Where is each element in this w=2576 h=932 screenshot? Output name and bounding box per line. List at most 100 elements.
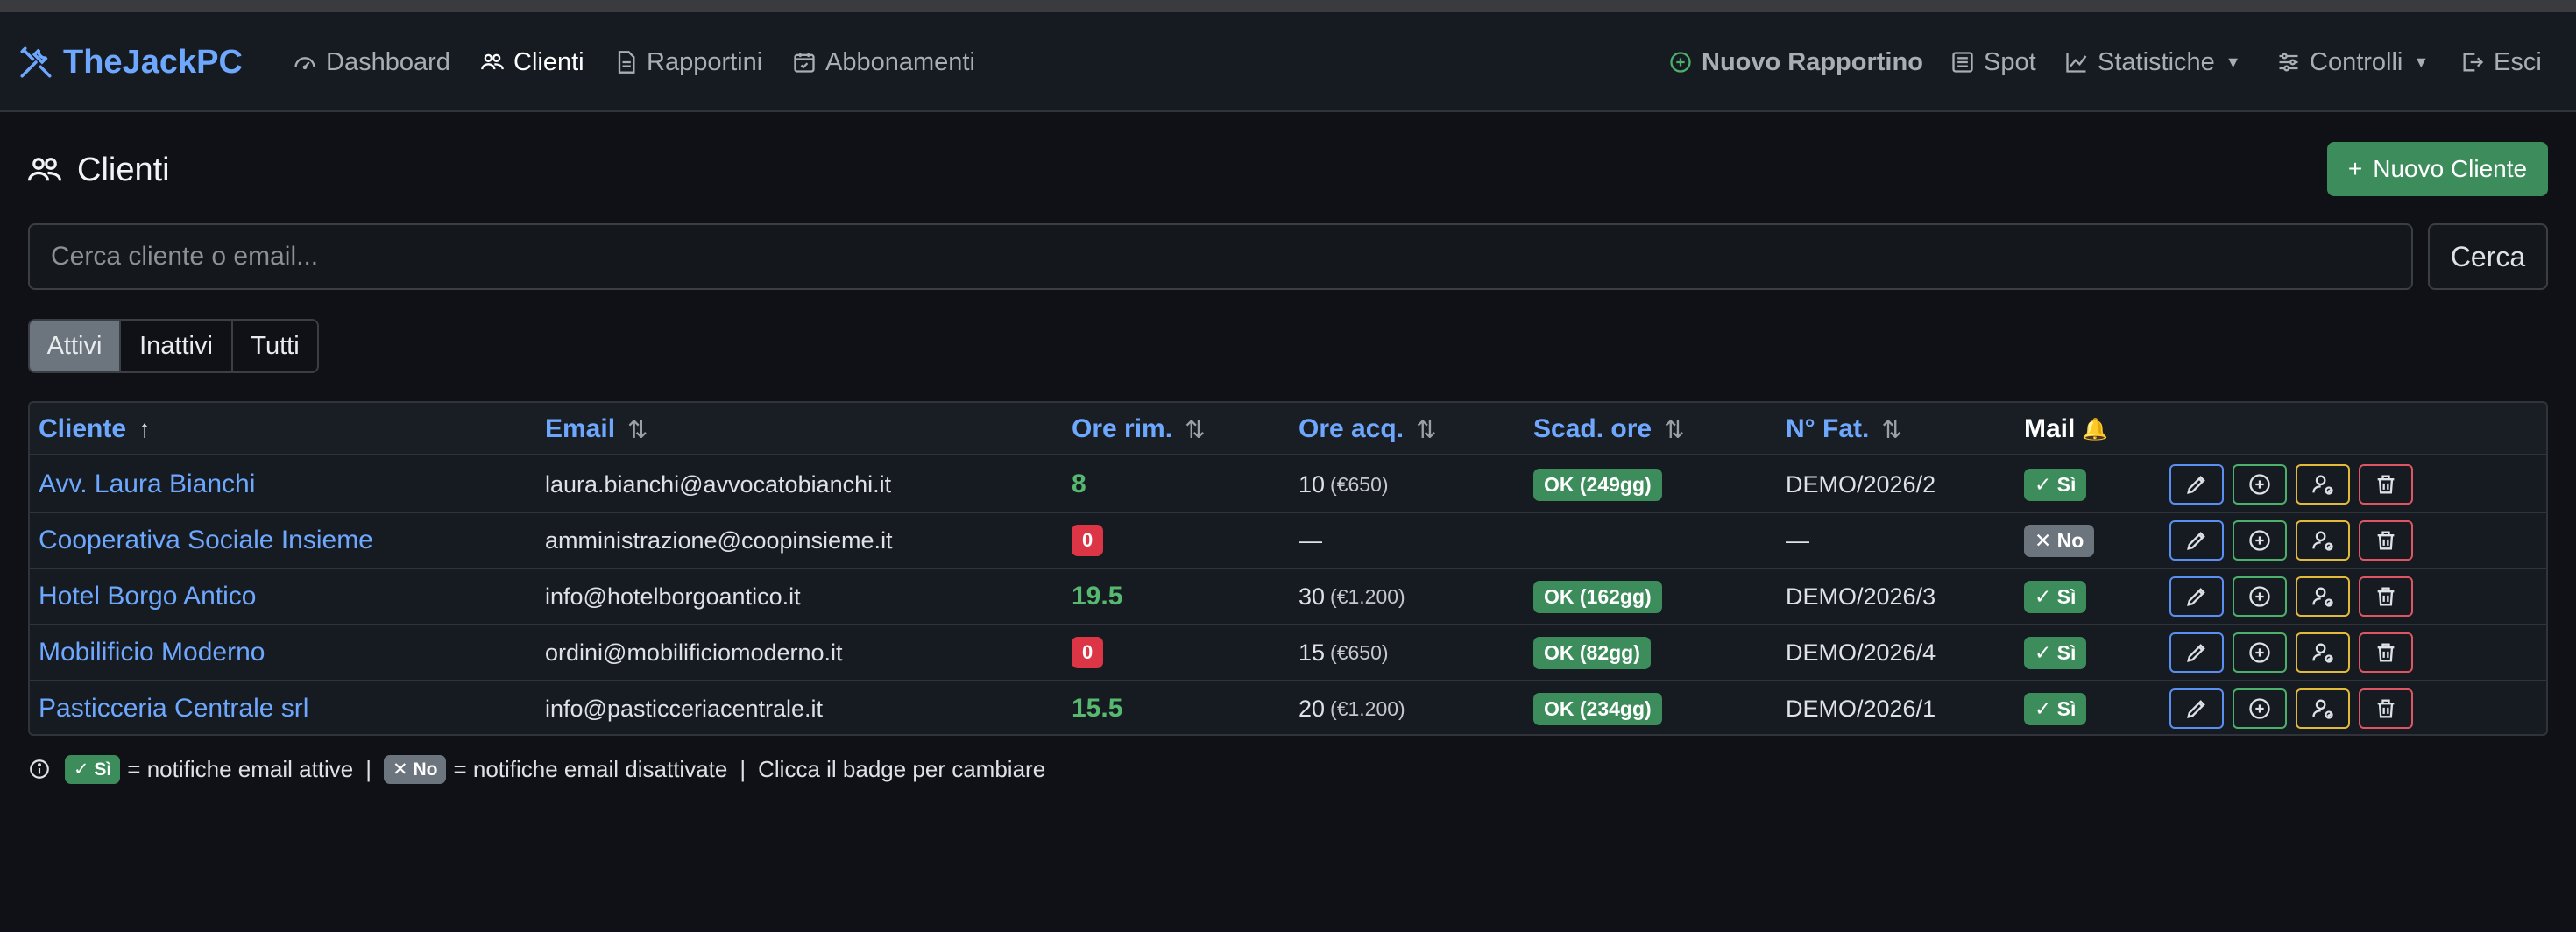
nav-clienti-label: Clienti: [513, 47, 584, 76]
toggle-active-button[interactable]: [2296, 688, 2350, 729]
ore-acquistate-price: (€1.200): [1330, 696, 1405, 720]
add-hours-button[interactable]: [2233, 464, 2287, 505]
mail-toggle-badge[interactable]: ✓ Sì: [2024, 580, 2087, 613]
delete-button[interactable]: [2359, 688, 2413, 729]
add-hours-button[interactable]: [2233, 520, 2287, 561]
pencil-icon: [2187, 476, 2205, 494]
delete-button[interactable]: [2359, 464, 2413, 505]
ore-acquistate-value: 10: [1299, 470, 1326, 498]
speedometer-icon: [294, 57, 315, 70]
fattura-number: DEMO/2026/4: [1786, 639, 1936, 666]
table-row: Mobilificio Moderno ordini@mobilificiomod…: [30, 625, 2546, 681]
document-icon: [618, 51, 635, 74]
add-hours-button[interactable]: [2233, 632, 2287, 673]
client-name-link[interactable]: Hotel Borgo Antico: [39, 569, 256, 624]
scadenza-badge: OK (234gg): [1533, 692, 1662, 725]
page-title: Clienti: [26, 147, 170, 193]
nav-rapportini[interactable]: Rapportini: [613, 12, 762, 112]
fattura-number: DEMO/2026/2: [1786, 470, 1936, 498]
delete-button[interactable]: [2359, 632, 2413, 673]
plus-circle-icon: [2249, 642, 2270, 663]
toggle-active-button[interactable]: [2296, 576, 2350, 617]
plus-circle-icon: [2249, 530, 2270, 551]
ore-rimanenti-cell: 8: [1072, 457, 1086, 512]
ore-acquistate-cell: 10 (€650): [1299, 457, 1389, 512]
search-input[interactable]: [28, 223, 2413, 290]
ore-acquistate-cell: —: [1299, 513, 1322, 568]
mail-toggle-badge[interactable]: ✓ Sì: [2024, 692, 2087, 725]
trash-icon: [2377, 475, 2395, 494]
client-name-link[interactable]: Pasticceria Centrale srl: [39, 681, 308, 734]
header-cliente[interactable]: Cliente ↑: [39, 403, 151, 455]
delete-button[interactable]: [2359, 576, 2413, 617]
fattura-number: —: [1786, 526, 1809, 554]
mail-toggle-badge[interactable]: ✓ Sì: [2024, 468, 2087, 501]
ore-rimanenti-badge: 0: [1072, 525, 1104, 556]
edit-button[interactable]: [2169, 464, 2224, 505]
scadenza-cell: OK (249gg): [1533, 457, 1662, 512]
mail-toggle-badge[interactable]: ✓ Sì: [2024, 636, 2087, 669]
user-toggle-icon: [2312, 699, 2333, 719]
nav-rapportini-label: Rapportini: [647, 47, 763, 76]
header-ore-acq[interactable]: Ore acq. ⇅: [1299, 403, 1437, 455]
edit-button[interactable]: [2169, 632, 2224, 673]
nav-statistiche[interactable]: Statistiche ▼: [2064, 12, 2241, 112]
edit-button[interactable]: [2169, 520, 2224, 561]
nav-controlli[interactable]: Controlli ▼: [2276, 12, 2429, 112]
add-hours-button[interactable]: [2233, 688, 2287, 729]
sort-icon: ⇅: [1664, 415, 1685, 443]
header-scad-ore[interactable]: Scad. ore ⇅: [1533, 403, 1685, 455]
nav-spot[interactable]: Spot: [1950, 12, 2036, 112]
ore-rimanenti-badge: 0: [1072, 637, 1104, 668]
ore-acquistate-value: 30: [1299, 582, 1326, 610]
chevron-down-icon: ▼: [2225, 53, 2241, 71]
toggle-active-button[interactable]: [2296, 520, 2350, 561]
mail-toggle-badge[interactable]: ✕ No: [2024, 524, 2095, 557]
client-name-link[interactable]: Cooperativa Sociale Insieme: [39, 513, 373, 568]
filter-attivi[interactable]: Attivi: [30, 321, 121, 371]
top-navbar: TheJackPC Dashboard Clienti Rapportini A…: [0, 12, 2576, 112]
nav-nuovo-rapportino[interactable]: Nuovo Rapportino: [1668, 12, 1923, 112]
fattura-number: DEMO/2026/3: [1786, 582, 1936, 610]
nav-abbonamenti[interactable]: Abbonamenti: [792, 12, 975, 112]
table-header: Cliente ↑ Email ⇅ Ore rim. ⇅ Ore acq. ⇅ …: [30, 403, 2546, 455]
toggle-active-button[interactable]: [2296, 464, 2350, 505]
window-top-strip: [0, 0, 2576, 12]
edit-button[interactable]: [2169, 688, 2224, 729]
scadenza-cell: OK (234gg): [1533, 681, 1662, 734]
new-client-button[interactable]: + Nuovo Cliente: [2327, 142, 2548, 196]
nav-esci[interactable]: Esci: [2460, 12, 2542, 112]
header-email[interactable]: Email ⇅: [545, 403, 648, 455]
nav-clienti[interactable]: Clienti: [480, 12, 584, 112]
filter-tutti[interactable]: Tutti: [233, 321, 317, 371]
user-toggle-icon: [2312, 643, 2333, 663]
info-icon: [30, 759, 49, 779]
client-name-link[interactable]: Mobilificio Moderno: [39, 625, 265, 680]
mail-toggle-cell: ✓ Sì: [2024, 625, 2087, 680]
filter-inattivi[interactable]: Inattivi: [121, 321, 233, 371]
add-hours-button[interactable]: [2233, 576, 2287, 617]
table-row: Cooperativa Sociale Insieme amministrazio…: [30, 513, 2546, 569]
chart-line-icon: [2066, 53, 2087, 73]
people-icon: [481, 53, 504, 70]
legend: ✓ Sì = notifiche email attive | ✕ No = n…: [28, 753, 1045, 785]
row-actions: [2169, 520, 2413, 561]
header-ore-rim[interactable]: Ore rim. ⇅: [1072, 403, 1206, 455]
search-button[interactable]: Cerca: [2428, 223, 2548, 290]
header-ore-rim-label: Ore rim.: [1072, 414, 1173, 443]
user-toggle-icon: [2312, 587, 2333, 607]
toggle-active-button[interactable]: [2296, 632, 2350, 673]
sort-icon: ⇅: [627, 415, 648, 443]
brand-logo[interactable]: TheJackPC: [18, 12, 243, 112]
header-n-fat[interactable]: N° Fat. ⇅: [1786, 403, 1902, 455]
edit-button[interactable]: [2169, 576, 2224, 617]
ore-rimanenti-cell: 0: [1072, 625, 1104, 680]
trash-icon: [2377, 699, 2395, 718]
nav-nuovo-rapportino-label: Nuovo Rapportino: [1702, 47, 1923, 76]
pencil-icon: [2187, 532, 2205, 550]
sort-icon: ⇅: [1881, 415, 1902, 443]
ore-acquistate-cell: 15 (€650): [1299, 625, 1389, 680]
nav-dashboard[interactable]: Dashboard: [293, 12, 450, 112]
delete-button[interactable]: [2359, 520, 2413, 561]
client-name-link[interactable]: Avv. Laura Bianchi: [39, 457, 255, 512]
